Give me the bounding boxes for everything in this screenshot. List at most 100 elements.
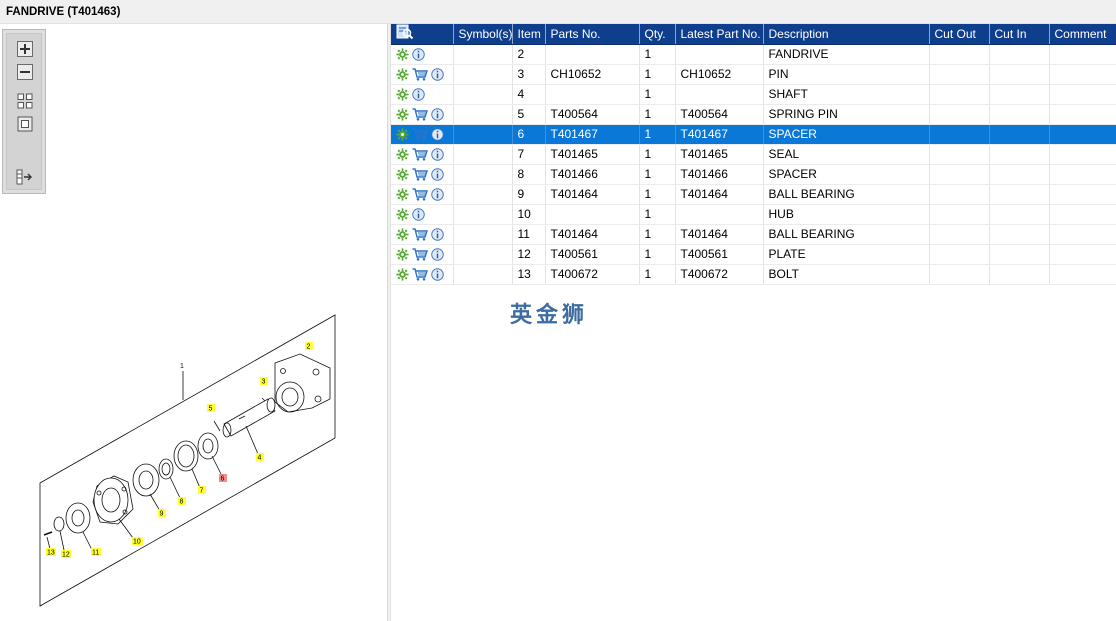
- cell-description: SEAL: [763, 144, 930, 165]
- cell-qty: 1: [639, 64, 676, 85]
- callout-5[interactable]: 5: [207, 404, 215, 413]
- column-header-comment[interactable]: Comment: [1049, 24, 1116, 45]
- cell-item: 6: [512, 124, 546, 145]
- table-row[interactable]: 5 T400564 1 T400564 SPRING PIN: [391, 104, 1116, 125]
- table-row[interactable]: 8 T401466 1 T401466 SPACER: [391, 164, 1116, 185]
- callout-2[interactable]: 2: [305, 342, 313, 351]
- cell-item: 8: [512, 164, 546, 185]
- row-action-icons[interactable]: [391, 84, 454, 105]
- cell-latest-part-no: T401466: [675, 164, 764, 185]
- cart-icon: [412, 268, 428, 281]
- callout-6-selected[interactable]: 6: [219, 474, 227, 483]
- table-row[interactable]: 12 T400561 1 T400561 PLATE: [391, 244, 1116, 265]
- cell-latest-part-no: [675, 204, 764, 225]
- cart-icon: [412, 168, 428, 181]
- row-action-icons[interactable]: [391, 64, 454, 85]
- cell-parts-no: T401466: [545, 164, 640, 185]
- row-action-icons[interactable]: [391, 164, 454, 185]
- cell-parts-no: [545, 44, 640, 65]
- cell-parts-no: T401464: [545, 184, 640, 205]
- fit-all-icon: [17, 93, 33, 109]
- column-header-description[interactable]: Description: [763, 24, 930, 45]
- column-header-parts-no[interactable]: Parts No.: [545, 24, 640, 45]
- column-header-latest-part-no[interactable]: Latest Part No.: [675, 24, 764, 45]
- cell-parts-no: CH10652: [545, 64, 640, 85]
- cell-comment: [1049, 104, 1116, 125]
- row-action-icons[interactable]: [391, 44, 454, 65]
- table-row[interactable]: 6 T401467 1 T401467 SPACER: [391, 124, 1116, 145]
- cell-parts-no: T400564: [545, 104, 640, 125]
- info-icon: [431, 108, 444, 121]
- gear-icon: [396, 88, 409, 101]
- exploded-diagram[interactable]: 1 2 3 4 5 6 7 8 9 10 11 12 13: [0, 284, 388, 621]
- row-action-icons[interactable]: [391, 204, 454, 225]
- gear-icon: [396, 168, 409, 181]
- callout-12[interactable]: 12: [61, 550, 71, 559]
- cell-item: 10: [512, 204, 546, 225]
- cell-item: 5: [512, 104, 546, 125]
- row-action-icons[interactable]: [391, 124, 454, 145]
- zoom-out-button[interactable]: [16, 63, 34, 81]
- cell-latest-part-no: [675, 84, 764, 105]
- table-row[interactable]: 3 CH10652 1 CH10652 PIN: [391, 64, 1116, 85]
- cart-icon: [412, 228, 428, 241]
- row-action-icons[interactable]: [391, 184, 454, 205]
- table-row[interactable]: 2 1 FANDRIVE: [391, 44, 1116, 65]
- table-row[interactable]: 13 T400672 1 T400672 BOLT: [391, 264, 1116, 285]
- callout-11[interactable]: 11: [91, 548, 101, 557]
- gear-icon: [396, 148, 409, 161]
- table-row[interactable]: 9 T401464 1 T401464 BALL BEARING: [391, 184, 1116, 205]
- column-header-cut-in[interactable]: Cut In: [989, 24, 1050, 45]
- cell-cut-out: [929, 144, 990, 165]
- row-action-icons[interactable]: [391, 144, 454, 165]
- row-action-icons[interactable]: [391, 244, 454, 265]
- info-icon: [431, 128, 444, 141]
- cell-parts-no: T400561: [545, 244, 640, 265]
- cell-qty: 1: [639, 124, 676, 145]
- column-header-item[interactable]: Item: [512, 24, 546, 45]
- cell-qty: 1: [639, 84, 676, 105]
- zoom-in-button[interactable]: [16, 40, 34, 58]
- fit-window-button[interactable]: [16, 115, 34, 133]
- info-icon: [431, 268, 444, 281]
- callout-7[interactable]: 7: [198, 486, 206, 495]
- illustration-pane[interactable]: 1 2 3 4 5 6 7 8 9 10 11 12 13: [0, 24, 388, 621]
- callout-10[interactable]: 10: [132, 537, 143, 546]
- cell-item: 7: [512, 144, 546, 165]
- callout-3[interactable]: 3: [260, 377, 268, 386]
- column-header-qty[interactable]: Qty.: [639, 24, 676, 45]
- toggle-panel-button[interactable]: [16, 168, 34, 186]
- svg-text:5: 5: [209, 406, 213, 413]
- column-header-symbols[interactable]: Symbol(s): [453, 24, 513, 45]
- cell-qty: 1: [639, 164, 676, 185]
- callout-13[interactable]: 13: [46, 548, 56, 557]
- cell-description: PLATE: [763, 244, 930, 265]
- row-action-icons[interactable]: [391, 104, 454, 125]
- cell-symbols: [453, 144, 513, 165]
- cell-symbols: [453, 164, 513, 185]
- callout-4[interactable]: 4: [256, 453, 264, 462]
- column-header-tools[interactable]: [391, 24, 454, 45]
- info-icon: [412, 48, 425, 61]
- column-header-cut-out[interactable]: Cut Out: [929, 24, 990, 45]
- cell-qty: 1: [639, 244, 676, 265]
- cell-parts-no: T401465: [545, 144, 640, 165]
- cell-item: 2: [512, 44, 546, 65]
- callout-8[interactable]: 8: [178, 497, 186, 506]
- cell-cut-out: [929, 84, 990, 105]
- row-action-icons[interactable]: [391, 224, 454, 245]
- callout-9[interactable]: 9: [158, 509, 166, 518]
- row-action-icons[interactable]: [391, 264, 454, 285]
- table-row[interactable]: 4 1 SHAFT: [391, 84, 1116, 105]
- svg-text:7: 7: [200, 488, 204, 495]
- gear-icon: [396, 128, 409, 141]
- cell-cut-out: [929, 204, 990, 225]
- cell-description: FANDRIVE: [763, 44, 930, 65]
- fit-all-button[interactable]: [16, 92, 34, 110]
- cell-description: SHAFT: [763, 84, 930, 105]
- table-row[interactable]: 10 1 HUB: [391, 204, 1116, 225]
- table-row[interactable]: 7 T401465 1 T401465 SEAL: [391, 144, 1116, 165]
- cell-qty: 1: [639, 264, 676, 285]
- gear-icon: [396, 268, 409, 281]
- table-row[interactable]: 11 T401464 1 T401464 BALL BEARING: [391, 224, 1116, 245]
